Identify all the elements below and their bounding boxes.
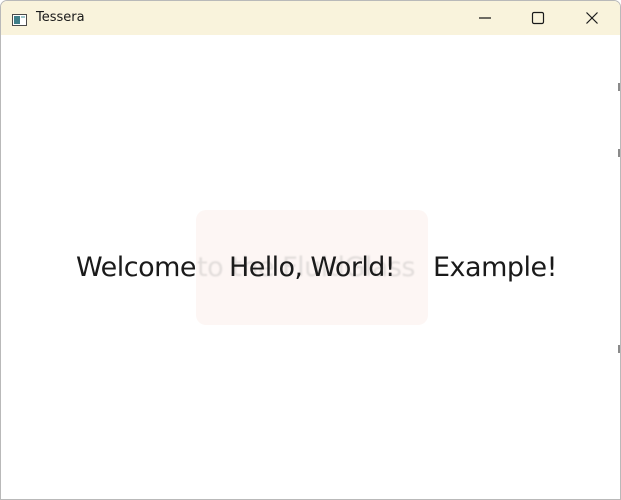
maximize-button[interactable] [512, 1, 566, 35]
edge-marker [618, 149, 620, 157]
app-window: Tessera Welcome to the FluidGlass Hello,… [0, 0, 621, 500]
window-content: Welcome to the FluidGlass Hello, World! … [1, 35, 620, 499]
app-window-icon [12, 11, 27, 26]
minimize-button[interactable] [459, 1, 513, 35]
close-button[interactable] [566, 1, 620, 35]
edge-marker [618, 345, 620, 353]
minimize-icon [479, 17, 491, 19]
welcome-text: Welcome [76, 252, 197, 283]
example-text: Example! [433, 252, 557, 283]
close-icon [586, 12, 598, 24]
title-bar[interactable]: Tessera [1, 1, 620, 35]
hello-text: Hello, World! [229, 252, 396, 283]
maximize-icon [531, 11, 545, 25]
edge-marker [618, 83, 620, 91]
window-title: Tessera [36, 10, 85, 25]
